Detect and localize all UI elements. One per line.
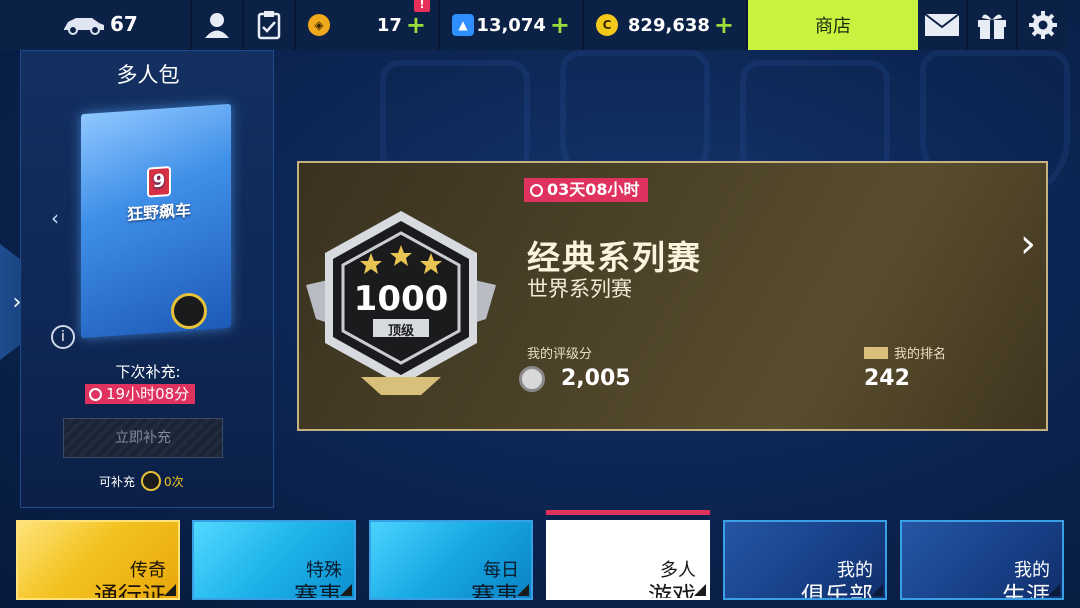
settings-button[interactable] bbox=[1018, 0, 1068, 50]
token-icon: ◈ bbox=[308, 14, 330, 36]
mail-button[interactable] bbox=[918, 0, 968, 50]
mail-icon bbox=[924, 13, 960, 36]
garage-counter[interactable]: 67 bbox=[0, 0, 192, 50]
clipboard-icon bbox=[257, 11, 281, 40]
tasks-button[interactable] bbox=[244, 0, 296, 50]
tab-label-line2: 赛事 bbox=[471, 582, 519, 600]
clock-icon bbox=[530, 183, 543, 197]
chevron-right-icon[interactable]: › bbox=[1020, 221, 1036, 267]
tab-label-line2: 生涯 bbox=[1002, 582, 1050, 600]
tab-corner bbox=[340, 584, 352, 596]
credits-resource[interactable]: C 829,638 + bbox=[584, 0, 748, 50]
refill-label: 下次补充: bbox=[115, 363, 181, 381]
add-token-button[interactable]: + bbox=[406, 13, 426, 37]
badge-tier: 顶级 bbox=[387, 324, 414, 339]
tab-corner bbox=[694, 584, 706, 596]
event-timer: 03天08小时 bbox=[524, 178, 648, 202]
tab-my-club[interactable]: 我的 俱乐部 bbox=[723, 520, 887, 600]
rank-label-text: 我的排名 bbox=[894, 347, 947, 362]
tab-corner bbox=[517, 584, 529, 596]
refill-count: 可补充 0次 bbox=[99, 471, 184, 491]
pack-logo-text: 狂野飙车 bbox=[126, 200, 191, 225]
card-pack[interactable]: 9 狂野飙车 bbox=[81, 103, 231, 339]
tab-my-career[interactable]: 我的 生涯 bbox=[900, 520, 1064, 600]
pack-logo: 9 狂野飙车 bbox=[119, 164, 199, 226]
credits-icon: C bbox=[596, 14, 618, 36]
tab-special-events[interactable]: 特殊 赛事 bbox=[192, 520, 356, 600]
add-credits-button[interactable]: + bbox=[714, 13, 734, 37]
add-blueprint-button[interactable]: + bbox=[550, 13, 570, 37]
info-icon[interactable]: i bbox=[51, 325, 75, 349]
rank-label: 我的排名 bbox=[864, 343, 946, 362]
credits-amount: 829,638 bbox=[627, 14, 710, 36]
active-tab-indicator bbox=[546, 510, 710, 515]
rating-value: 2,005 bbox=[561, 366, 631, 391]
refill-now-button[interactable]: 立即补充 bbox=[63, 418, 223, 458]
refill-timer-text: 19小时08分 bbox=[106, 385, 190, 403]
event-card[interactable]: 03天08小时 1000 顶级 经典系列赛 世界系列赛 我的评级分 2,005 … bbox=[297, 161, 1048, 431]
tab-legend-pass[interactable]: 传奇 通行证 bbox=[16, 520, 180, 600]
alert-badge: ! bbox=[414, 0, 430, 12]
cars-count: 67 bbox=[110, 12, 138, 36]
top-bar: 67 ◈ 17 + ! ▲ 13,074 + C 829,638 + 商店 bbox=[0, 0, 1080, 50]
gear-icon bbox=[1029, 11, 1057, 39]
event-title: 经典系列赛 bbox=[527, 238, 702, 277]
event-timer-text: 03天08小时 bbox=[547, 180, 640, 199]
multiplayer-pack-panel: 多人包 ‹ › 9 狂野飙车 i 下次补充: 19小时08分 立即补充 可补充 … bbox=[20, 50, 274, 508]
tab-corner bbox=[1048, 584, 1060, 596]
tab-daily-events[interactable]: 每日 赛事 bbox=[369, 520, 533, 600]
blueprint-icon: ▲ bbox=[452, 14, 474, 36]
tab-label-line2: 游戏 bbox=[648, 582, 696, 600]
pack-tier-badge bbox=[171, 293, 207, 329]
chevron-left-icon[interactable]: ‹ bbox=[51, 206, 59, 230]
refill-count-value: 0次 bbox=[164, 474, 184, 489]
rating-label: 我的评级分 bbox=[527, 347, 593, 362]
blueprint-resource[interactable]: ▲ 13,074 + bbox=[440, 0, 584, 50]
league-badge: 1000 顶级 bbox=[301, 207, 501, 397]
blueprint-amount: 13,074 bbox=[476, 14, 546, 36]
tab-label-line2: 通行证 bbox=[94, 582, 166, 600]
podium-icon bbox=[864, 346, 888, 359]
tab-label-line2: 俱乐部 bbox=[801, 582, 873, 600]
refill-count-prefix: 可补充 bbox=[99, 474, 136, 489]
profile-button[interactable] bbox=[192, 0, 244, 50]
token-resource[interactable]: ◈ 17 + ! bbox=[296, 0, 440, 50]
rank-value: 242 bbox=[864, 366, 910, 391]
tab-corner bbox=[164, 584, 176, 596]
refill-token-icon bbox=[141, 471, 162, 491]
event-subtitle: 世界系列赛 bbox=[527, 277, 632, 301]
gift-icon bbox=[978, 14, 1006, 39]
badge-number: 1000 bbox=[353, 279, 449, 319]
car-icon bbox=[64, 18, 104, 35]
profile-icon bbox=[205, 13, 229, 38]
pack-number: 9 bbox=[147, 165, 171, 198]
panel-title: 多人包 bbox=[116, 63, 180, 87]
bottom-nav: 传奇 通行证 特殊 赛事 每日 赛事 多人 游戏 我的 俱乐部 我的 生涯 bbox=[0, 510, 1080, 608]
tab-multiplayer[interactable]: 多人 游戏 bbox=[546, 520, 710, 600]
clock-icon bbox=[89, 387, 102, 401]
gift-button[interactable] bbox=[968, 0, 1018, 50]
rating-icon bbox=[519, 366, 545, 392]
tab-corner bbox=[871, 584, 883, 596]
tab-label-line2: 赛事 bbox=[294, 582, 342, 600]
shop-button[interactable]: 商店 bbox=[748, 0, 918, 50]
refill-timer: 19小时08分 bbox=[85, 384, 196, 404]
token-amount: 17 bbox=[376, 14, 402, 36]
